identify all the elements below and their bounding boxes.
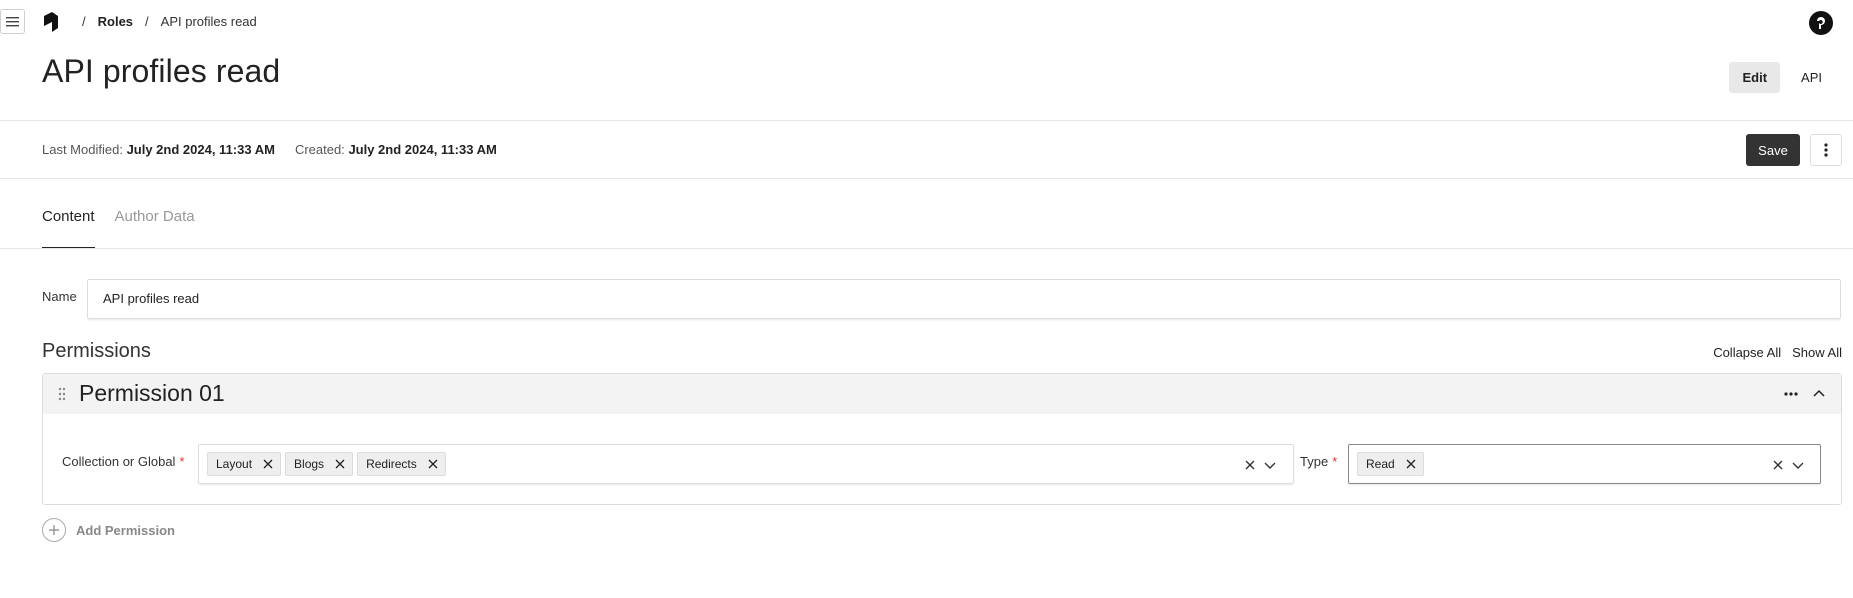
last-modified: Last Modified: July 2nd 2024, 11:33 AM [42, 142, 275, 157]
drag-handle-icon[interactable] [57, 386, 67, 402]
remove-icon[interactable] [332, 456, 348, 472]
permissions-title: Permissions [42, 340, 151, 362]
view-tabs: Edit API [1729, 62, 1835, 93]
divider [0, 178, 1853, 179]
hamburger-icon [6, 17, 19, 27]
permission-block-header[interactable]: Permission 01 [43, 374, 1841, 414]
permission-block: Permission 01 Collection or Global * Layo… [42, 373, 1842, 505]
horizontal-dots-icon[interactable] [1783, 386, 1799, 402]
chip-redirects: Redirects [357, 452, 446, 476]
add-permission-label: Add Permission [76, 522, 175, 538]
clear-icon[interactable] [1242, 457, 1258, 473]
account-avatar[interactable] [1809, 11, 1833, 35]
more-options-button[interactable] [1810, 134, 1842, 166]
breadcrumb-separator: / [145, 14, 149, 29]
add-permission-button[interactable]: Add Permission [42, 518, 175, 542]
permission-title: Permission 01 [79, 380, 225, 406]
tab-content[interactable]: Content [42, 208, 95, 249]
chip-layout: Layout [207, 452, 282, 476]
show-all-button[interactable]: Show All [1792, 345, 1842, 360]
breadcrumb-roles-link[interactable]: Roles [98, 14, 133, 29]
remove-icon[interactable] [260, 456, 276, 472]
chip-blogs: Blogs [285, 452, 354, 476]
remove-icon[interactable] [425, 456, 441, 472]
breadcrumb: / Roles / API profiles read [70, 14, 257, 29]
divider [0, 248, 1853, 249]
created-date: Created: July 2nd 2024, 11:33 AM [294, 142, 497, 157]
chevron-up-icon[interactable] [1811, 386, 1827, 402]
vertical-dots-icon [1824, 143, 1828, 157]
chip-read: Read [1357, 452, 1424, 476]
collection-select[interactable]: Layout Blogs Redirects [198, 444, 1294, 484]
type-select-box[interactable]: Read [1348, 444, 1821, 484]
account-icon [1817, 17, 1825, 29]
content-tabs: Content Author Data [42, 208, 195, 249]
save-button[interactable]: Save [1746, 134, 1800, 166]
clear-icon[interactable] [1770, 457, 1786, 473]
plus-icon [42, 518, 66, 542]
menu-toggle-button[interactable] [0, 9, 25, 34]
breadcrumb-current: API profiles read [160, 14, 257, 29]
permissions-actions: Collapse All Show All [1713, 345, 1842, 360]
name-label: Name [42, 289, 77, 304]
tab-api[interactable]: API [1788, 62, 1835, 93]
app-logo-icon[interactable] [42, 12, 60, 32]
required-marker: * [179, 454, 185, 469]
type-label: Type * [1300, 454, 1338, 469]
type-chips: Read [1357, 452, 1424, 476]
tab-edit[interactable]: Edit [1729, 62, 1781, 93]
remove-icon[interactable] [1403, 456, 1419, 472]
document-meta: Last Modified: July 2nd 2024, 11:33 AM C… [42, 142, 497, 157]
name-field[interactable]: API profiles read [87, 279, 1841, 319]
collection-label: Collection or Global * [62, 454, 185, 469]
breadcrumb-separator: / [82, 14, 86, 29]
tab-author-data[interactable]: Author Data [115, 208, 195, 249]
required-marker: * [1332, 454, 1338, 469]
chevron-down-icon[interactable] [1262, 457, 1278, 473]
divider [0, 120, 1853, 121]
page-title: API profiles read [42, 53, 281, 89]
collapse-all-button[interactable]: Collapse All [1713, 345, 1781, 360]
collection-chips: Layout Blogs Redirects [207, 452, 446, 476]
chevron-down-icon[interactable] [1790, 457, 1806, 473]
